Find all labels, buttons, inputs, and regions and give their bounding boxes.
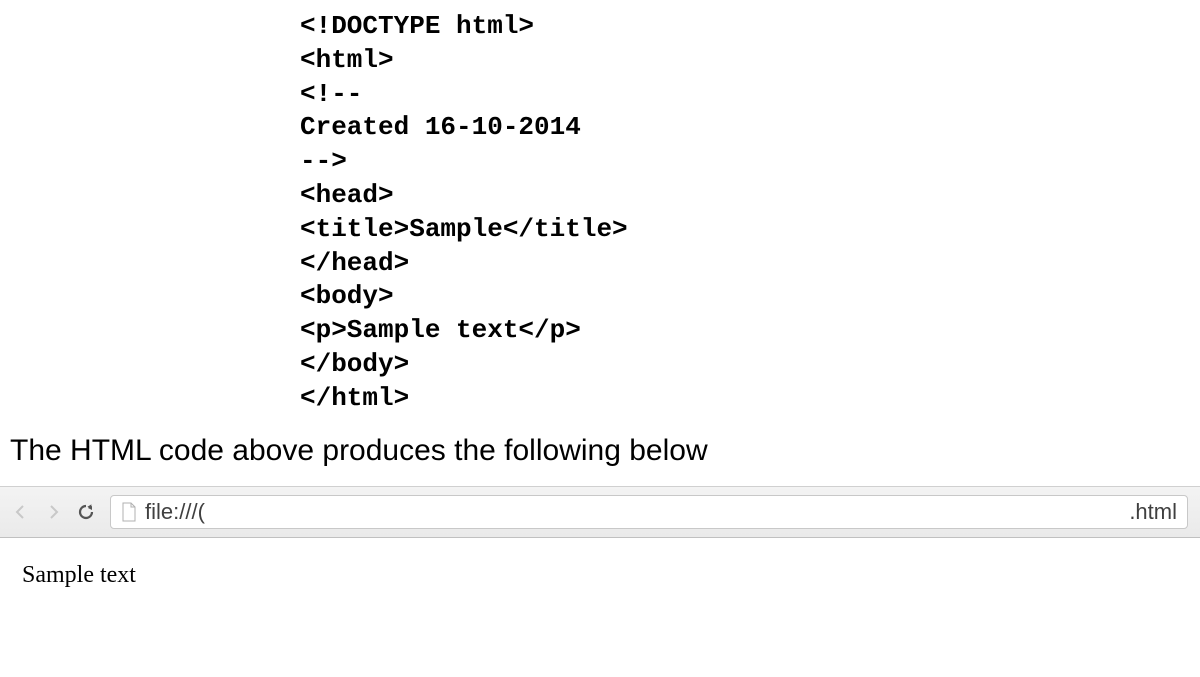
- code-line: <html>: [300, 45, 394, 75]
- code-line: <body>: [300, 281, 394, 311]
- code-line: <head>: [300, 180, 394, 210]
- code-line: <!DOCTYPE html>: [300, 11, 534, 41]
- url-text: file:///(: [145, 499, 1121, 525]
- code-line: </head>: [300, 248, 409, 278]
- code-line: -->: [300, 146, 347, 176]
- code-line: </html>: [300, 383, 409, 413]
- url-extension: .html: [1129, 499, 1177, 525]
- back-button[interactable]: [12, 503, 30, 521]
- address-bar[interactable]: file:///( .html: [110, 495, 1188, 529]
- reload-button[interactable]: [76, 502, 96, 522]
- code-block: <!DOCTYPE html> <html> <!-- Created 16-1…: [0, 0, 1200, 416]
- code-line: <!--: [300, 79, 362, 109]
- caption-text: The HTML code above produces the followi…: [0, 416, 1200, 486]
- code-line: Created 16-10-2014: [300, 112, 581, 142]
- code-line: <title>Sample</title>: [300, 214, 628, 244]
- code-line: </body>: [300, 349, 409, 379]
- code-line: <p>Sample text</p>: [300, 315, 581, 345]
- file-icon: [121, 502, 137, 522]
- forward-button[interactable]: [44, 503, 62, 521]
- rendered-page: Sample text: [0, 538, 1200, 589]
- output-paragraph: Sample text: [22, 562, 1200, 589]
- browser-toolbar: file:///( .html: [0, 486, 1200, 538]
